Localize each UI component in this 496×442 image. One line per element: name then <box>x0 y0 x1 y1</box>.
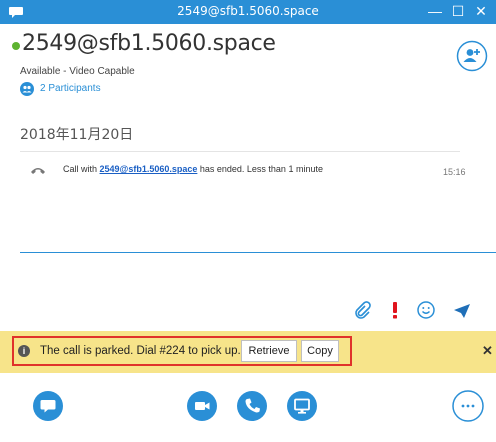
present-icon[interactable] <box>286 390 318 422</box>
contact-name[interactable]: 2549@sfb1.5060.space <box>22 31 276 56</box>
message-prefix: Call with <box>63 164 100 174</box>
video-icon[interactable] <box>186 390 218 422</box>
emoji-icon[interactable] <box>416 300 436 320</box>
minimize-button[interactable]: — <box>426 2 444 20</box>
presence-indicator <box>12 42 20 50</box>
maximize-button[interactable]: ☐ <box>449 2 467 20</box>
conversation-window: 2549@sfb1.5060.space — ☐ ✕ 2549@sfb1.506… <box>0 0 496 442</box>
date-header: 2018年11月20日 <box>20 127 134 143</box>
notification-close-icon[interactable]: ✕ <box>482 343 493 359</box>
exclamation-icon[interactable] <box>385 300 405 320</box>
close-button[interactable]: ✕ <box>472 2 490 20</box>
info-icon: i <box>18 345 30 357</box>
paperclip-icon[interactable] <box>352 300 372 320</box>
window-title: 2549@sfb1.5060.space <box>177 4 319 18</box>
call-ended-message: Call with 2549@sfb1.5060.space has ended… <box>63 164 323 174</box>
add-participant-button[interactable] <box>456 40 488 72</box>
participants-icon[interactable] <box>20 82 34 96</box>
divider <box>20 151 460 152</box>
title-bar: 2549@sfb1.5060.space — ☐ ✕ <box>0 0 496 24</box>
retrieve-button[interactable]: Retrieve <box>241 340 297 362</box>
contact-status: Available - Video Capable <box>20 66 135 77</box>
phone-icon[interactable] <box>236 390 268 422</box>
send-icon[interactable] <box>452 300 472 320</box>
message-input[interactable] <box>20 253 496 295</box>
phone-hangup-icon <box>31 168 45 174</box>
copy-button[interactable]: Copy <box>301 340 339 362</box>
notification-text: The call is parked. Dial #224 to pick up… <box>40 345 241 357</box>
message-suffix: has ended. Less than 1 minute <box>197 164 323 174</box>
im-icon[interactable] <box>32 390 64 422</box>
contact-link[interactable]: 2549@sfb1.5060.space <box>100 164 198 174</box>
more-options-icon[interactable] <box>452 390 484 422</box>
participants-link[interactable]: 2 Participants <box>40 83 101 94</box>
message-timestamp: 15:16 <box>443 167 466 177</box>
